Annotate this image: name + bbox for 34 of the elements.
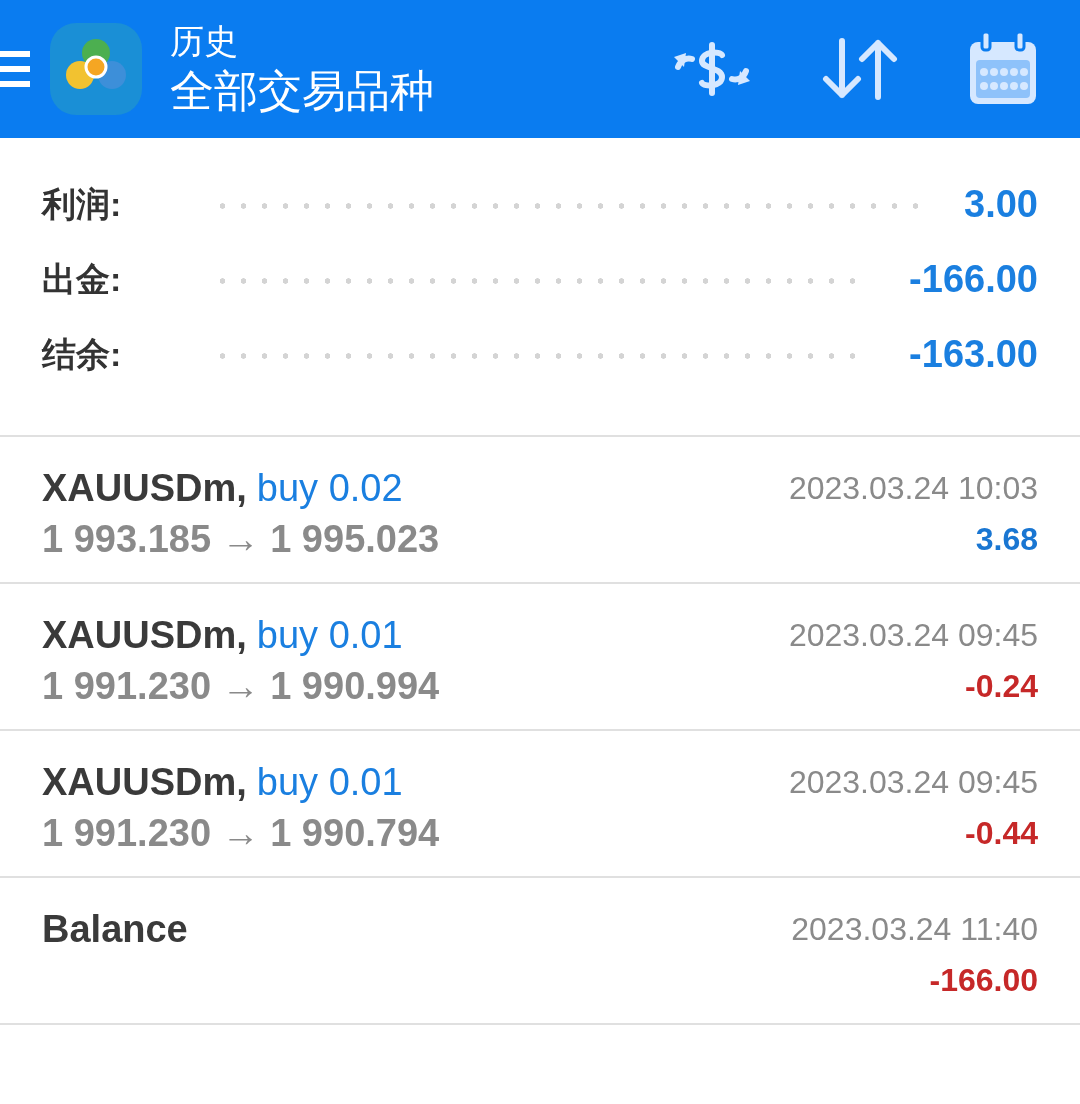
summary-label: 结余: [42,334,123,374]
summary-value: -163.00 [909,334,1038,374]
sort-icon[interactable] [822,37,898,101]
deal-time: 2023.03.24 09:45 [788,616,1038,655]
calendar-icon[interactable] [968,32,1038,106]
summary-label: 利润: [42,184,123,224]
deal-prices: 1 991.230 → 1 990.994 [42,664,440,709]
deal-symbol: XAUUSDm, [42,466,247,511]
deal-profit: -0.24 [965,667,1038,706]
summary-value: 3.00 [964,184,1038,224]
deal-profit: -0.44 [965,814,1038,853]
deal-symbol: XAUUSDm, [42,760,247,805]
deal-type: Balance [42,907,188,952]
deal-time: 2023.03.24 10:03 [788,469,1038,508]
deal-action: buy 0.01 [256,613,403,658]
summary-label: 出金: [42,259,123,299]
app-logo-icon [50,23,142,115]
deal-time: 2023.03.24 11:40 [791,910,1038,949]
deal-prices: 1 991.230 → 1 990.794 [42,811,440,856]
deal-time: 2023.03.24 09:45 [788,763,1038,802]
currency-exchange-icon[interactable] [672,39,752,99]
deal-profit: 3.68 [975,520,1038,559]
deal-profit: -166.00 [929,961,1038,1000]
deal-row[interactable]: XAUUSDm, buy 0.01 1 991.230 → 1 990.794 2023.03.24 09:45 -0.44 [0,731,1080,878]
symbol-filter-title[interactable]: 全部交易品种 [170,63,434,119]
screen-title: 历史 [170,21,239,62]
deal-action: buy 0.01 [256,760,403,805]
deal-symbol: XAUUSDm, [42,613,247,658]
summary-value: -166.00 [909,259,1038,299]
deal-row[interactable]: XAUUSDm, buy 0.01 1 991.230 → 1 990.994 2023.03.24 09:45 -0.24 [0,584,1080,731]
deal-row[interactable]: Balance 2023.03.24 11:40 -166.00 [0,878,1080,1025]
deal-row[interactable]: XAUUSDm, buy 0.02 1 993.185 → 1 995.023 2023.03.24 10:03 3.68 [0,437,1080,584]
deal-action: buy 0.02 [256,466,403,511]
deal-prices: 1 993.185 → 1 995.023 [42,517,440,562]
